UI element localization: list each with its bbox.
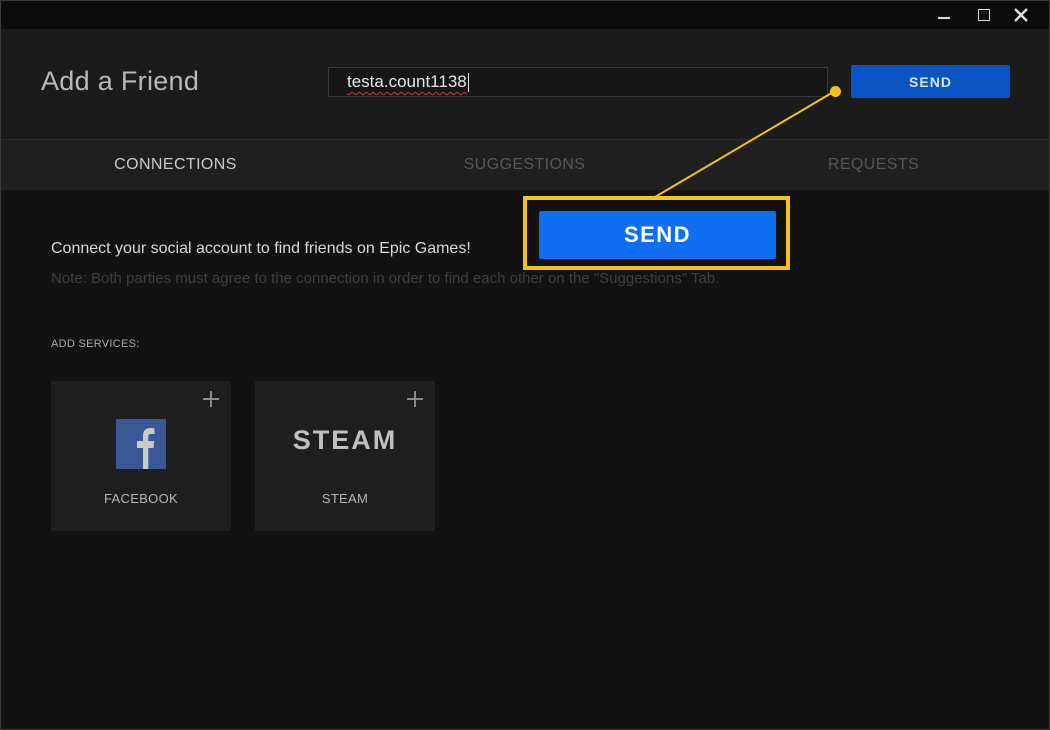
steam-logo: STEAM: [292, 425, 398, 455]
send-callout-highlight: SEND: [523, 196, 790, 270]
add-services-label: ADD SERVICES:: [51, 338, 140, 350]
facebook-label: FACEBOOK: [104, 491, 178, 506]
facebook-service-tile[interactable]: FACEBOOK: [51, 381, 231, 531]
plus-icon: [203, 391, 219, 407]
add-friend-window: Add a Friend testa.count1138 SEND CONNEC…: [0, 0, 1050, 730]
steam-service-tile[interactable]: STEAM STEAM: [255, 381, 435, 531]
facebook-icon: [116, 419, 166, 469]
callout-anchor-dot: [830, 86, 841, 97]
send-button-zoomed[interactable]: SEND: [539, 211, 776, 259]
steam-label: STEAM: [321, 491, 369, 506]
plus-icon: [407, 391, 423, 407]
